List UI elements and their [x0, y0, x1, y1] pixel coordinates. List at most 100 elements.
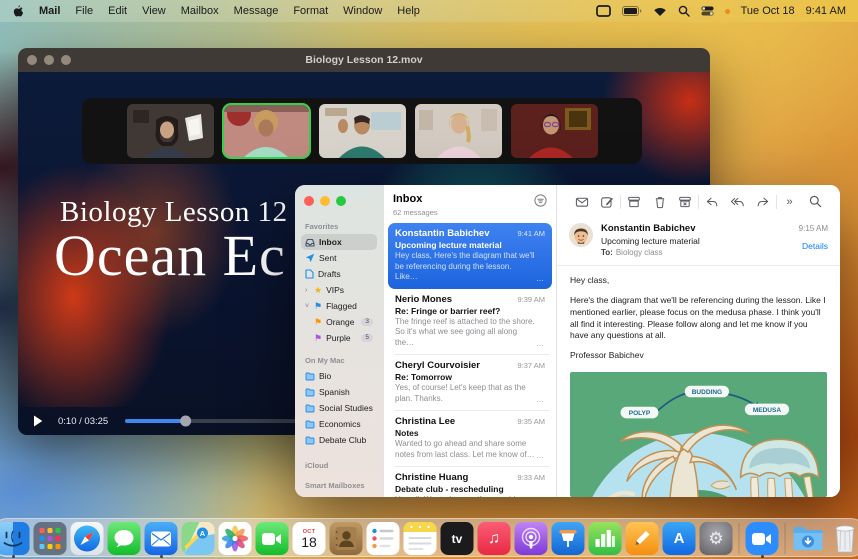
dock-icon-downloads-folder[interactable] [792, 522, 825, 555]
video-window-traffic-lights[interactable] [27, 55, 71, 65]
menu-edit[interactable]: Edit [108, 5, 127, 17]
play-button[interactable] [33, 415, 43, 427]
playback-scrubber-handle[interactable] [180, 416, 191, 427]
participant-thumbnail-1[interactable] [127, 104, 214, 158]
menu-mailbox[interactable]: Mailbox [181, 5, 219, 17]
menu-window[interactable]: Window [343, 5, 382, 17]
close-button[interactable] [304, 196, 314, 206]
message-row[interactable]: Christina Lee9:35 AM Notes Wanted to go … [388, 411, 552, 466]
wifi-icon[interactable] [653, 6, 667, 17]
dock-icon-keynote[interactable] [552, 522, 585, 555]
apple-menu-icon[interactable] [12, 4, 24, 18]
reply-all-icon[interactable] [725, 195, 751, 209]
smart-mailboxes-section-label[interactable]: Smart Mailboxes [305, 481, 377, 490]
sidebar-item-vips[interactable]: › ★ VIPs [301, 282, 377, 298]
menu-bar-date[interactable]: Tue Oct 18 [741, 5, 795, 17]
mail-traffic-lights[interactable] [301, 194, 377, 216]
favorites-section-label: Favorites [305, 222, 377, 231]
sidebar-item-purple-flag[interactable]: ⚑ Purple 5 [301, 330, 377, 346]
sidebar-item-economics[interactable]: Economics [301, 416, 377, 432]
minimize-button[interactable] [320, 196, 330, 206]
more-chevrons-icon[interactable]: » [777, 196, 803, 208]
forward-icon[interactable] [750, 195, 776, 209]
dock-icon-trash[interactable] [829, 522, 858, 555]
trash-icon[interactable] [647, 195, 673, 209]
sidebar-item-sent[interactable]: Sent [301, 250, 377, 266]
get-mail-icon[interactable] [569, 195, 595, 209]
flag-purple-icon: ⚑ [314, 334, 322, 343]
search-icon[interactable] [802, 195, 828, 208]
message-row[interactable]: Nerio Mones9:39 AM Re: Fringe or barrier… [388, 289, 552, 355]
truncation-indicator: … [536, 451, 544, 460]
control-center-icon[interactable] [701, 6, 714, 16]
dock-icon-facetime[interactable] [256, 522, 289, 555]
sidebar-item-inbox[interactable]: Inbox [301, 234, 377, 250]
archive-icon[interactable] [621, 195, 647, 209]
dock-icon-pages[interactable] [626, 522, 659, 555]
message-sender: Christine Huang [395, 472, 468, 483]
dock-icon-photos[interactable] [219, 522, 252, 555]
chevron-right-icon[interactable]: › [305, 287, 310, 294]
menu-message[interactable]: Message [234, 5, 279, 17]
filter-icon[interactable] [534, 194, 547, 207]
dock-icon-maps[interactable]: A [182, 522, 215, 555]
message-row-selected[interactable]: Konstantin Babichev9:41 AM Upcoming lect… [388, 223, 552, 289]
sidebar-item-social-studies[interactable]: Social Studies [301, 400, 377, 416]
dock-icon-notes[interactable] [404, 522, 437, 555]
sidebar-item-label: Orange [326, 317, 354, 327]
dock-icon-calendar[interactable]: OCT 18 [293, 522, 326, 555]
message-row[interactable]: Cheryl Courvoisier9:37 AM Re: Tomorrow Y… [388, 355, 552, 410]
sidebar-item-label: Inbox [319, 237, 342, 247]
jellyfish-lifecycle-diagram[interactable]: POLYP BUDDING MEDUSA [570, 372, 827, 497]
sidebar-item-orange-flag[interactable]: ⚑ Orange 3 [301, 314, 377, 330]
sender-avatar[interactable] [569, 223, 593, 247]
dock-icon-safari[interactable] [71, 522, 104, 555]
dock-icon-apple-tv[interactable]: tv [441, 522, 474, 555]
dock-icon-reminders[interactable] [367, 522, 400, 555]
details-link[interactable]: Details [799, 241, 828, 251]
message-list: Konstantin Babichev9:41 AM Upcoming lect… [384, 220, 556, 497]
reply-icon[interactable] [699, 195, 725, 209]
menu-help[interactable]: Help [397, 5, 420, 17]
sidebar-item-label: Economics [319, 419, 361, 429]
message-subject: Re: Tomorrow [395, 372, 545, 382]
sidebar-item-bio[interactable]: Bio [301, 368, 377, 384]
dock-icon-contacts[interactable] [330, 522, 363, 555]
dock-icon-messages[interactable] [108, 522, 141, 555]
playback-progress-fill [125, 419, 184, 423]
menu-file[interactable]: File [75, 5, 93, 17]
message-row[interactable]: Christine Huang9:33 AM Debate club - res… [388, 467, 552, 497]
dock-icon-app-store[interactable]: A [663, 522, 696, 555]
junk-icon[interactable] [672, 195, 698, 209]
battery-icon[interactable] [622, 6, 642, 16]
compose-icon[interactable] [595, 195, 621, 209]
dock-icon-system-settings[interactable]: ⚙ [700, 522, 733, 555]
video-window-titlebar[interactable]: Biology Lesson 12.mov [18, 48, 710, 72]
menu-view[interactable]: View [142, 5, 166, 17]
participant-thumbnail-3[interactable] [319, 104, 406, 158]
menu-app-name[interactable]: Mail [39, 5, 60, 17]
chevron-down-icon[interactable]: ˅ [305, 303, 310, 310]
dock-icon-finder[interactable] [0, 522, 30, 555]
dock-icon-podcasts[interactable] [515, 522, 548, 555]
sidebar-item-label: Purple [326, 333, 351, 343]
spotlight-search-icon[interactable] [678, 5, 690, 17]
sidebar-item-drafts[interactable]: Drafts [301, 266, 377, 282]
folder-icon [305, 420, 315, 429]
sidebar-item-flagged[interactable]: ˅ ⚑ Flagged [301, 298, 377, 314]
dock-icon-launchpad[interactable] [34, 522, 67, 555]
sidebar-item-spanish[interactable]: Spanish [301, 384, 377, 400]
dock-icon-numbers[interactable] [589, 522, 622, 555]
menu-bar-clock[interactable]: 9:41 AM [806, 5, 846, 17]
dock-icon-mail[interactable] [145, 522, 178, 555]
menu-format[interactable]: Format [293, 5, 328, 17]
dock-icon-music[interactable]: ♫ [478, 522, 511, 555]
dock-icon-zoom[interactable] [746, 522, 779, 555]
participant-thumbnail-4[interactable] [415, 104, 502, 158]
sidebar-item-debate-club[interactable]: Debate Club [301, 432, 377, 448]
icloud-section-label[interactable]: iCloud [305, 461, 377, 470]
zoom-button[interactable] [336, 196, 346, 206]
screen-mirroring-icon[interactable] [596, 5, 611, 17]
participant-thumbnail-2-active-speaker[interactable] [223, 104, 310, 158]
participant-thumbnail-5[interactable] [511, 104, 598, 158]
